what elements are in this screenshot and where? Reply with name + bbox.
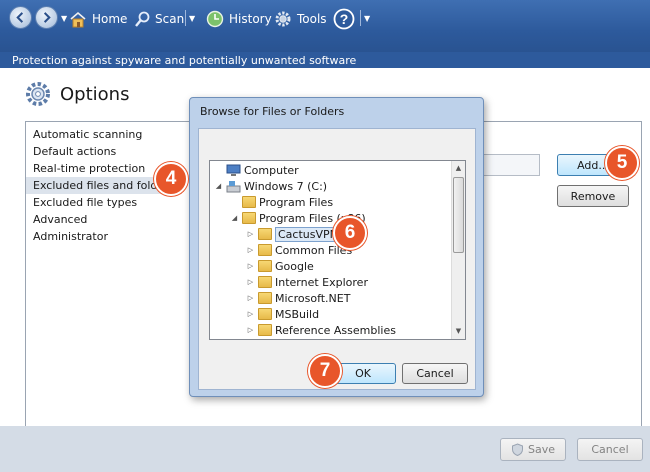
help-icon: ? <box>333 8 355 30</box>
nav-item-administrator[interactable]: Administrator <box>26 228 182 245</box>
remove-button[interactable]: Remove <box>557 185 629 207</box>
save-button[interactable]: Save <box>500 438 566 461</box>
page-title: Options <box>60 83 130 105</box>
toolbar-separator <box>185 10 186 26</box>
folder-tree: Computer ◢ Windows 7 (C:) Program Files … <box>209 160 466 340</box>
svg-text:?: ? <box>340 11 349 27</box>
tree-scrollbar[interactable]: ▲ ▼ <box>451 161 465 339</box>
footer-bar: Save Cancel <box>0 426 650 472</box>
history-button[interactable]: History <box>206 9 272 29</box>
options-gear-icon <box>26 82 50 106</box>
folder-icon <box>258 324 272 336</box>
tree-collapsed-arrow-icon: ▷ <box>247 294 254 302</box>
back-button[interactable] <box>9 6 32 29</box>
tree-label: Internet Explorer <box>275 275 368 289</box>
magnifier-icon <box>135 11 150 27</box>
help-button[interactable]: ? <box>333 8 355 30</box>
tree-item-microsoft-net[interactable]: ▷ Microsoft.NET <box>246 290 351 306</box>
drive-icon <box>226 180 241 192</box>
step-badge-7: 7 <box>308 354 342 388</box>
tree-label: Windows 7 (C:) <box>244 179 328 193</box>
toolbar-separator-2 <box>360 10 361 26</box>
folder-icon <box>258 308 272 320</box>
tree-label: MSBuild <box>275 307 320 321</box>
tree-label: Program Files <box>259 195 334 209</box>
scan-dropdown-caret[interactable]: ▼ <box>189 14 195 23</box>
gear-icon <box>275 11 291 27</box>
tree-label: Google <box>275 259 314 273</box>
tree-collapsed-arrow-icon: ▷ <box>247 246 254 254</box>
folder-icon <box>258 244 272 256</box>
browse-dialog: Browse for Files or Folders Computer ◢ W… <box>189 97 484 397</box>
tree-item-common-files[interactable]: ▷ Common Files <box>246 242 352 258</box>
help-dropdown-caret[interactable]: ▼ <box>364 14 370 23</box>
nav-item-automatic-scanning[interactable]: Automatic scanning <box>26 126 182 143</box>
footer-cancel-label: Cancel <box>591 443 629 456</box>
nav-item-excluded-file-types[interactable]: Excluded file types <box>26 194 182 211</box>
home-button[interactable]: Home <box>69 9 127 29</box>
toolbar: ▼ Home Scan ▼ History Tools ? ▼ <box>0 0 650 52</box>
tree-label: Microsoft.NET <box>275 291 351 305</box>
tree-collapsed-arrow-icon: ▷ <box>247 278 254 286</box>
tree-item-cactusvpn[interactable]: ▷ CactusVPN <box>246 226 341 242</box>
tree-collapsed-arrow-icon: ▷ <box>247 262 254 270</box>
tree-item-google[interactable]: ▷ Google <box>246 258 314 274</box>
step-badge-4: 4 <box>154 162 188 196</box>
folder-icon <box>258 260 272 272</box>
tree-label: Computer <box>244 163 299 177</box>
home-label: Home <box>92 12 128 26</box>
tree-collapsed-arrow-icon: ▷ <box>247 230 254 238</box>
tree-collapsed-arrow-icon: ▷ <box>247 326 254 334</box>
dialog-title: Browse for Files or Folders <box>200 105 345 118</box>
folder-icon <box>258 276 272 288</box>
history-dropdown-caret[interactable]: ▼ <box>61 14 67 23</box>
tools-label: Tools <box>297 12 327 26</box>
folder-icon <box>258 228 272 240</box>
forward-button[interactable] <box>35 6 58 29</box>
arrow-right-icon <box>43 12 51 23</box>
options-header: Options <box>24 80 129 108</box>
folder-icon <box>242 196 256 208</box>
footer-cancel-button[interactable]: Cancel <box>577 438 643 461</box>
folder-icon <box>258 292 272 304</box>
tree-label: Reference Assemblies <box>275 323 396 337</box>
folder-icon <box>242 212 256 224</box>
tree-item-reference-assemblies[interactable]: ▷ Reference Assemblies <box>246 322 396 338</box>
save-label: Save <box>527 443 555 456</box>
computer-icon <box>226 164 241 176</box>
arrow-left-icon <box>16 12 24 23</box>
step-badge-5: 5 <box>605 146 639 180</box>
tree-expanded-arrow-icon: ◢ <box>231 214 238 222</box>
scan-button[interactable]: Scan <box>134 9 184 29</box>
nav-item-advanced[interactable]: Advanced <box>26 211 182 228</box>
nav-item-default-actions[interactable]: Default actions <box>26 143 182 160</box>
tree-expanded-arrow-icon: ◢ <box>215 182 222 190</box>
scroll-thumb[interactable] <box>453 177 464 253</box>
scan-label: Scan <box>155 12 185 26</box>
history-clock-icon <box>206 10 224 28</box>
dialog-cancel-button[interactable]: Cancel <box>402 363 468 384</box>
step-badge-6: 6 <box>333 216 367 250</box>
tree-item-internet-explorer[interactable]: ▷ Internet Explorer <box>246 274 368 290</box>
scroll-down-arrow-icon[interactable]: ▼ <box>454 327 463 336</box>
dialog-body: Computer ◢ Windows 7 (C:) Program Files … <box>198 128 476 390</box>
tagline: Protection against spyware and potential… <box>12 54 357 67</box>
tree-collapsed-arrow-icon: ▷ <box>247 310 254 318</box>
history-label: History <box>229 12 272 26</box>
scroll-up-arrow-icon[interactable]: ▲ <box>454 164 463 173</box>
tree-item-computer[interactable]: Computer <box>214 162 299 178</box>
tree-item-windows-7[interactable]: ◢ Windows 7 (C:) <box>214 178 327 194</box>
tree-item-msbuild[interactable]: ▷ MSBuild <box>246 306 319 322</box>
tools-button[interactable]: Tools <box>274 9 327 29</box>
tree-label: CactusVPN <box>275 226 341 242</box>
home-icon <box>70 11 86 27</box>
tree-item-program-files[interactable]: Program Files <box>230 194 333 210</box>
shield-icon <box>511 443 523 456</box>
